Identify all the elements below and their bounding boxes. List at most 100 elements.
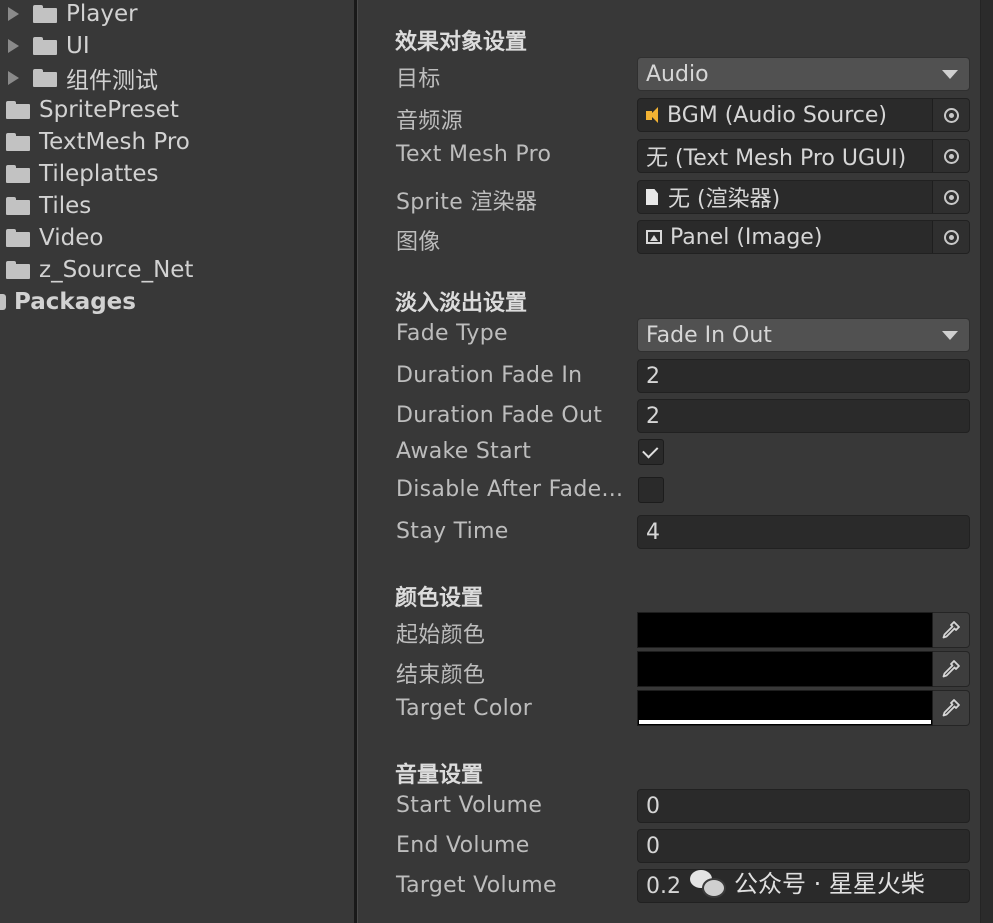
- duration-fade-in-label: Duration Fade In: [396, 363, 583, 388]
- audio-source-field[interactable]: BGM (Audio Source): [637, 98, 970, 132]
- duration-fade-in-value: 2: [646, 363, 660, 389]
- tree-item-textmesh-pro[interactable]: TextMesh Pro: [6, 126, 190, 158]
- tree-item-spritepreset[interactable]: SpritePreset: [6, 94, 179, 126]
- alpha-bar: [639, 720, 931, 724]
- duration-fade-out-input[interactable]: 2: [637, 399, 970, 433]
- tree-item-ui[interactable]: UI: [8, 30, 90, 62]
- package-icon: [0, 294, 6, 310]
- folder-icon: [33, 37, 57, 55]
- end-color-field[interactable]: [637, 651, 970, 687]
- folder-icon: [6, 197, 30, 215]
- target-color-swatch[interactable]: [637, 690, 933, 726]
- audio-source-label: 音频源: [396, 109, 463, 134]
- fade-type-dropdown[interactable]: Fade In Out: [637, 318, 970, 352]
- end-color-swatch[interactable]: [637, 651, 933, 687]
- end-volume-label: End Volume: [396, 833, 530, 858]
- stay-time-label: Stay Time: [396, 519, 509, 544]
- target-volume-value: 0.2: [646, 873, 681, 899]
- tree-item-label: Tileplattes: [39, 161, 159, 187]
- tree-item-video[interactable]: Video: [6, 222, 103, 254]
- tree-item-tileplattes[interactable]: Tileplattes: [6, 158, 159, 190]
- section-header-color: 颜色设置: [395, 586, 484, 611]
- end-volume-input[interactable]: 0: [637, 829, 970, 863]
- expand-arrow-icon[interactable]: [8, 71, 19, 85]
- watermark: 公众号 · 星星火柴: [690, 864, 925, 899]
- image-icon: [646, 230, 662, 244]
- tree-item-label: z_Source_Net: [39, 257, 194, 283]
- image-value: Panel (Image): [670, 224, 823, 250]
- folder-icon: [6, 133, 30, 151]
- tree-item-packages[interactable]: Packages: [0, 286, 136, 318]
- folder-icon: [6, 165, 30, 183]
- folder-icon: [6, 261, 30, 279]
- object-picker-button[interactable]: [932, 140, 969, 172]
- tree-item-label: Packages: [14, 289, 136, 315]
- text-mesh-pro-value: 无 (Text Mesh Pro UGUI): [646, 146, 907, 171]
- target-value: Audio: [646, 61, 709, 87]
- tree-item-component-test[interactable]: 组件测试: [8, 62, 158, 94]
- fade-type-value: Fade In Out: [646, 322, 772, 348]
- folder-icon: [6, 101, 30, 119]
- section-header-volume: 音量设置: [395, 763, 484, 788]
- tree-item-label: TextMesh Pro: [39, 129, 190, 155]
- tree-item-label: Player: [66, 1, 138, 27]
- end-volume-value: 0: [646, 833, 660, 859]
- target-dropdown[interactable]: Audio: [637, 57, 970, 91]
- object-picker-button[interactable]: [932, 181, 969, 213]
- watermark-text: 公众号 · 星星火柴: [734, 870, 925, 898]
- folder-icon: [6, 229, 30, 247]
- start-volume-value: 0: [646, 793, 660, 819]
- start-volume-label: Start Volume: [396, 793, 543, 818]
- start-volume-input[interactable]: 0: [637, 789, 970, 823]
- tree-item-label: 组件测试: [66, 68, 158, 94]
- start-color-field[interactable]: [637, 612, 970, 648]
- inspector-scrollbar[interactable]: [980, 0, 993, 923]
- tree-item-tiles[interactable]: Tiles: [6, 190, 91, 222]
- image-label: 图像: [396, 230, 441, 255]
- tree-item-z-source-net[interactable]: z_Source_Net: [6, 254, 193, 286]
- target-label: 目标: [396, 67, 441, 92]
- fade-type-label: Fade Type: [396, 321, 508, 346]
- audio-source-value: BGM (Audio Source): [667, 102, 887, 128]
- object-picker-button[interactable]: [932, 99, 969, 131]
- tree-item-player[interactable]: Player: [8, 0, 138, 30]
- chevron-down-icon: [942, 69, 958, 79]
- object-picker-icon: [943, 189, 959, 205]
- chevron-down-icon: [942, 330, 958, 340]
- duration-fade-out-value: 2: [646, 403, 660, 429]
- target-color-label: Target Color: [396, 696, 533, 721]
- eyedropper-icon: [942, 621, 960, 639]
- awake-start-label: Awake Start: [396, 439, 532, 464]
- tree-item-label: Tiles: [39, 193, 92, 219]
- tree-item-label: SpritePreset: [39, 97, 179, 123]
- start-color-swatch[interactable]: [637, 612, 933, 648]
- sprite-renderer-field[interactable]: 无 (渲染器): [637, 180, 970, 214]
- eyedropper-button[interactable]: [933, 612, 970, 648]
- project-panel: Player UI 组件测试 SpritePreset TextMesh Pro…: [0, 0, 354, 923]
- target-color-field[interactable]: [637, 690, 970, 726]
- image-field[interactable]: Panel (Image): [637, 220, 970, 254]
- disable-after-fade-checkbox[interactable]: [638, 477, 664, 503]
- expand-arrow-icon[interactable]: [8, 7, 19, 21]
- object-picker-button[interactable]: [932, 221, 969, 253]
- folder-icon: [33, 5, 57, 23]
- tree-item-label: UI: [66, 33, 90, 59]
- awake-start-checkbox[interactable]: [638, 439, 664, 465]
- duration-fade-out-label: Duration Fade Out: [396, 403, 603, 428]
- stay-time-input[interactable]: 4: [637, 515, 970, 549]
- document-icon: [646, 189, 658, 205]
- expand-arrow-icon[interactable]: [8, 39, 19, 53]
- inspector-edge: [357, 0, 358, 923]
- checkmark-icon: [642, 441, 659, 459]
- sprite-renderer-label: Sprite 渲染器: [396, 190, 538, 215]
- eyedropper-button[interactable]: [933, 651, 970, 687]
- section-header-fade: 淡入淡出设置: [395, 291, 528, 316]
- object-picker-icon: [943, 107, 959, 123]
- eyedropper-button[interactable]: [933, 690, 970, 726]
- object-picker-icon: [943, 229, 959, 245]
- disable-after-fade-label: Disable After Fade...: [396, 477, 624, 502]
- section-header-effect-object: 效果对象设置: [395, 30, 528, 55]
- text-mesh-pro-field[interactable]: 无 (Text Mesh Pro UGUI): [637, 139, 970, 173]
- duration-fade-in-input[interactable]: 2: [637, 359, 970, 393]
- end-color-label: 结束颜色: [396, 663, 486, 688]
